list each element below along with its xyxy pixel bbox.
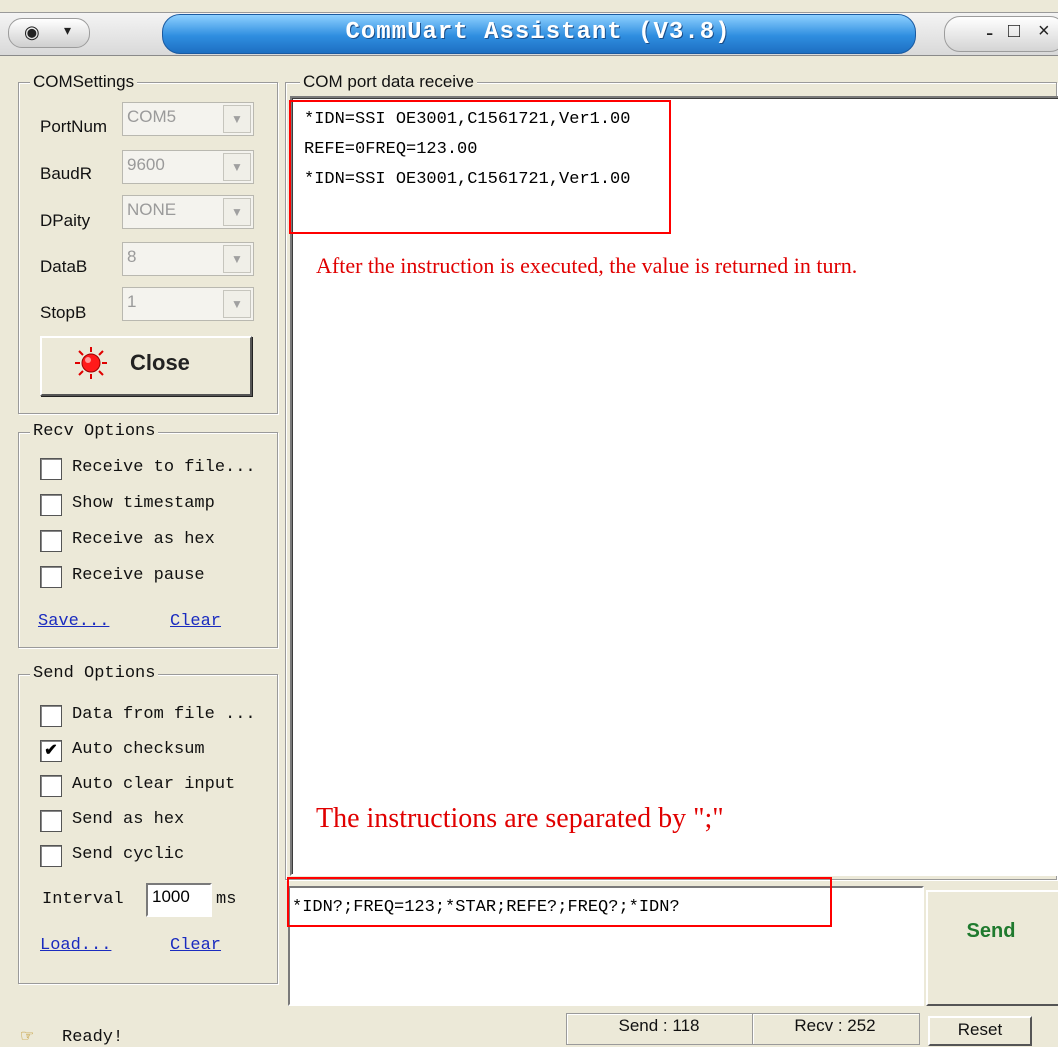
recv-options-label: Recv Options: [30, 422, 159, 441]
hand-pointer-icon: ☞: [20, 1028, 35, 1045]
chevron-down-icon[interactable]: ▼: [223, 290, 251, 318]
send-button[interactable]: [926, 890, 1058, 1006]
save-link[interactable]: Save...: [38, 612, 109, 631]
chevron-down-icon[interactable]: ▼: [223, 153, 251, 181]
show-timestamp-label: Show timestamp: [72, 494, 215, 513]
portnum-value: COM5: [127, 107, 177, 126]
auto-clear-input-label: Auto clear input: [72, 775, 236, 794]
send-annotation: The instructions are separated by ";": [316, 803, 724, 834]
clear-send-link[interactable]: Clear: [170, 936, 221, 955]
ww-logo-icon: ◉: [24, 22, 40, 42]
portnum-label: PortNum: [40, 117, 108, 136]
send-as-hex-label: Send as hex: [72, 810, 185, 829]
portnum-select[interactable]: COM5 ▼: [122, 102, 254, 136]
databits-select[interactable]: 8 ▼: [122, 242, 254, 276]
parity-label: DPaity: [40, 211, 91, 230]
chevron-down-icon[interactable]: ▼: [223, 245, 251, 273]
send-cyclic-checkbox[interactable]: [40, 845, 62, 867]
close-port-label: Close: [130, 350, 190, 375]
interval-unit: ms: [216, 890, 237, 909]
recv-count: Recv : 252: [794, 1016, 876, 1035]
receive-as-hex-label: Receive as hex: [72, 530, 215, 549]
reset-button-label: Reset: [957, 1020, 1003, 1039]
stopbits-value: 1: [127, 292, 137, 311]
status-text: Ready!: [62, 1028, 124, 1047]
data-from-file-checkbox[interactable]: [40, 705, 62, 727]
baudrate-label: BaudR: [40, 164, 92, 183]
port-status-led-icon: [75, 347, 107, 379]
window-title: CommUart Assistant (V3.8): [345, 19, 731, 46]
databits-value: 8: [127, 247, 137, 266]
auto-clear-input-checkbox[interactable]: [40, 775, 62, 797]
com-settings-label: COMSettings: [30, 72, 138, 92]
clear-recv-link[interactable]: Clear: [170, 612, 221, 631]
databits-label: DataB: [40, 257, 88, 276]
send-highlight-box: [287, 877, 832, 927]
interval-label: Interval: [42, 890, 124, 909]
receive-pause-checkbox[interactable]: [40, 566, 62, 588]
send-options-label: Send Options: [30, 664, 159, 683]
recv-highlight-box: [289, 100, 671, 234]
chevron-down-icon[interactable]: ▼: [223, 198, 251, 226]
auto-checksum-checkbox[interactable]: ✔: [40, 740, 62, 762]
baudrate-value: 9600: [127, 155, 165, 174]
close-icon[interactable]: ×: [1038, 20, 1050, 43]
receive-pause-label: Receive pause: [72, 566, 205, 585]
baudrate-select[interactable]: 9600 ▼: [122, 150, 254, 184]
send-cyclic-label: Send cyclic: [72, 845, 185, 864]
system-menu-button[interactable]: [8, 18, 90, 48]
stopbits-select[interactable]: 1 ▼: [122, 287, 254, 321]
receive-to-file-label: Receive to file...: [72, 458, 256, 477]
send-count: Send : 118: [618, 1016, 700, 1035]
recv-annotation: After the instruction is executed, the v…: [316, 253, 858, 278]
interval-value: 1000: [152, 887, 190, 906]
load-link[interactable]: Load...: [40, 936, 111, 955]
maximize-icon[interactable]: □: [1008, 20, 1020, 43]
stopbits-label: StopB: [40, 303, 87, 322]
auto-checksum-label: Auto checksum: [72, 740, 205, 759]
chevron-down-icon[interactable]: ▼: [223, 105, 251, 133]
data-from-file-label: Data from file ...: [72, 705, 256, 724]
receive-as-hex-checkbox[interactable]: [40, 530, 62, 552]
receive-to-file-checkbox[interactable]: [40, 458, 62, 480]
show-timestamp-checkbox[interactable]: [40, 494, 62, 516]
receive-group-label: COM port data receive: [300, 72, 478, 92]
minimize-icon[interactable]: -: [986, 20, 993, 46]
chevron-down-icon: ▾: [64, 22, 72, 38]
send-as-hex-checkbox[interactable]: [40, 810, 62, 832]
parity-select[interactable]: NONE ▼: [122, 195, 254, 229]
parity-value: NONE: [127, 200, 177, 219]
send-button-label: Send: [966, 920, 1016, 942]
